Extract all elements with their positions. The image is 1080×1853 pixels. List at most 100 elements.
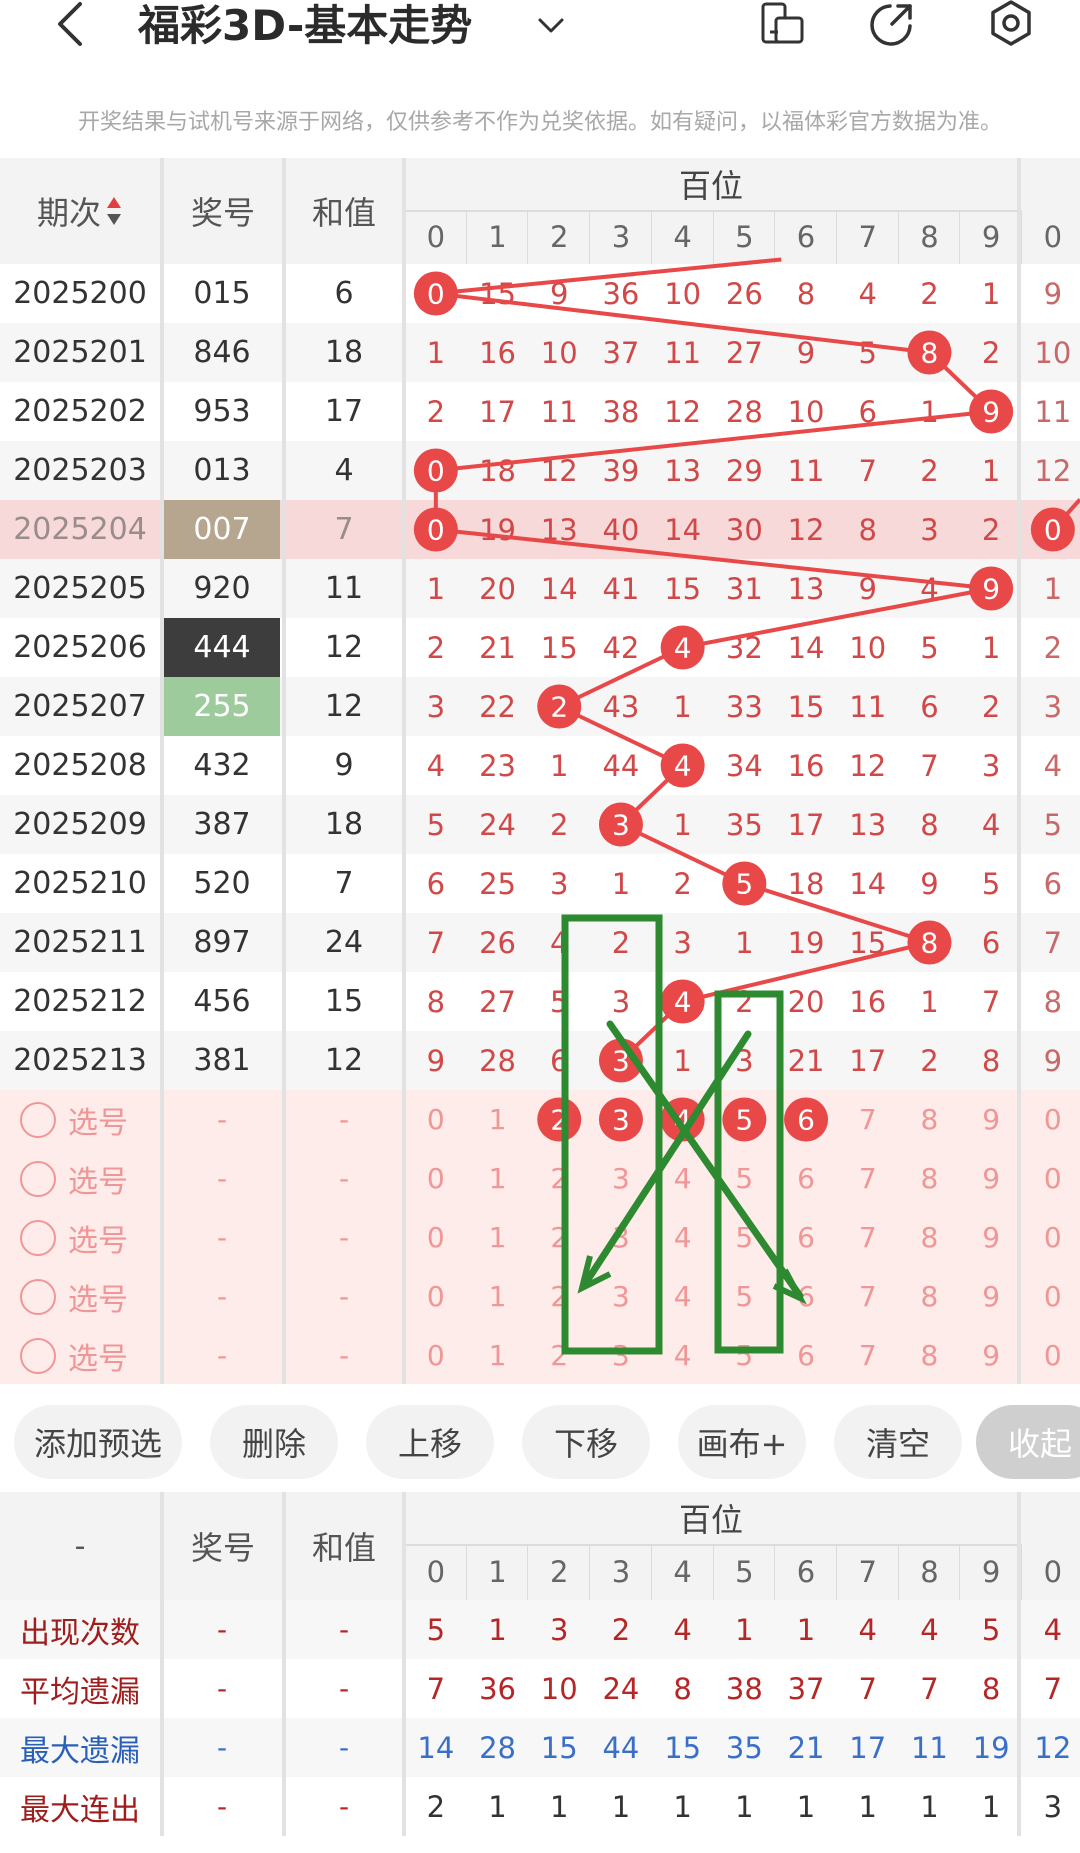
pick-digit[interactable]: 6 [775, 1149, 837, 1208]
stats-value-cell: 2 [426, 1789, 446, 1824]
miss-count-cell: 5 [550, 984, 569, 1019]
pick-digit[interactable]: 0 [405, 1267, 467, 1326]
stats-value-cell: 35 [725, 1730, 763, 1765]
pick-digit[interactable]: 6 [775, 1208, 837, 1267]
pick-radio[interactable] [20, 1278, 56, 1315]
move-up-button[interactable]: 上移 [366, 1405, 494, 1479]
delete-button[interactable]: 删除 [210, 1405, 338, 1479]
pick-digit[interactable]: 7 [837, 1090, 899, 1149]
stats-digit-header-7: 7 [858, 1555, 877, 1589]
pick-digit[interactable]: 9 [960, 1326, 1022, 1385]
miss-count-cell: 34 [725, 748, 763, 783]
miss-count-cell: 1 [981, 453, 1001, 488]
pick-digit[interactable]: 9 [960, 1090, 1022, 1149]
pick-digit[interactable]: 8 [899, 1090, 961, 1149]
pick-digit[interactable]: 1 [467, 1090, 529, 1149]
pick-digit-selected[interactable]: 3 [590, 1090, 652, 1149]
pick-radio[interactable] [20, 1160, 56, 1197]
phone-landscape-icon[interactable] [758, 0, 808, 54]
miss-count-cell: 33 [725, 689, 763, 724]
collapse-button[interactable]: 收起 [976, 1405, 1080, 1479]
pick-digit[interactable]: 8 [899, 1149, 961, 1208]
period-cell: 2025200 [13, 276, 147, 311]
pick-digit[interactable]: 4 [652, 1326, 714, 1385]
pick-digit[interactable]: 6 [775, 1326, 837, 1385]
stats-value-cell: 21 [787, 1730, 825, 1765]
pick-label-text: 选号 [68, 1223, 128, 1259]
pick-digit[interactable]: 2 [528, 1208, 590, 1267]
pick-digit[interactable]: 8 [899, 1208, 961, 1267]
pick-digit[interactable]: 9 [960, 1208, 1022, 1267]
pick-digit[interactable]: 3 [590, 1149, 652, 1208]
sum-cell: 12 [324, 630, 364, 665]
pick-digit[interactable]: 7 [837, 1267, 899, 1326]
pick-digit[interactable]: 7 [837, 1208, 899, 1267]
pick-digit-selected[interactable]: 4 [652, 1090, 714, 1149]
pick-digit[interactable]: 8 [899, 1326, 961, 1385]
pick-digit[interactable]: 4 [652, 1149, 714, 1208]
pick-digit[interactable]: 0 [1022, 1326, 1080, 1385]
stats-value-cell: 24 [602, 1671, 640, 1706]
share-icon[interactable] [868, 0, 918, 54]
add-preset-button[interactable]: 添加预选 [14, 1405, 182, 1479]
pick-digit[interactable]: 0 [1022, 1208, 1080, 1267]
hit-number-cell: 0 [405, 264, 467, 323]
stats-value-cell: 36 [479, 1671, 516, 1706]
pick-digit[interactable]: 7 [837, 1326, 899, 1385]
pick-digit[interactable]: 5 [714, 1149, 776, 1208]
pick-digit-selected[interactable]: 6 [775, 1090, 837, 1149]
pick-digit[interactable]: 1 [467, 1326, 529, 1385]
pick-digit[interactable]: 0 [1022, 1090, 1080, 1149]
miss-count-cell: 28 [479, 1043, 516, 1078]
miss-count-cell: 2 [981, 689, 1001, 724]
pick-radio[interactable] [20, 1337, 56, 1374]
pick-digit[interactable]: 1 [467, 1149, 529, 1208]
pick-digit[interactable]: 3 [590, 1267, 652, 1326]
pick-digit[interactable]: 0 [1022, 1149, 1080, 1208]
stats-digit-header-0: 0 [426, 1555, 446, 1589]
pick-digit[interactable]: 9 [960, 1267, 1022, 1326]
pick-digit[interactable]: 6 [775, 1267, 837, 1326]
pick-digit[interactable]: 0 [1022, 1267, 1080, 1326]
pick-digit[interactable]: 2 [528, 1326, 590, 1385]
pick-digit[interactable]: 0 [405, 1208, 467, 1267]
pick-digit[interactable]: 4 [652, 1267, 714, 1326]
pick-digit[interactable]: 2 [528, 1149, 590, 1208]
canvas-button[interactable]: 画布+ [678, 1405, 806, 1479]
pick-dash: - [216, 1103, 228, 1136]
period-cell: 2025212 [13, 984, 147, 1019]
pick-digit[interactable]: 1 [467, 1267, 529, 1326]
pick-digit[interactable]: 4 [652, 1208, 714, 1267]
miss-count-cell: 4 [426, 748, 446, 783]
sum-cell: 4 [334, 453, 354, 488]
pick-digit[interactable]: 1 [467, 1208, 529, 1267]
pick-digit[interactable]: 5 [714, 1326, 776, 1385]
pick-digit[interactable]: 0 [405, 1149, 467, 1208]
dropdown-icon[interactable] [534, 8, 568, 44]
sort-icon[interactable] [105, 194, 123, 228]
pick-digit[interactable]: 5 [714, 1208, 776, 1267]
miss-count-cell: 10 [1034, 335, 1072, 370]
pick-digit-selected[interactable]: 5 [714, 1090, 776, 1149]
settings-icon[interactable] [986, 0, 1036, 54]
pick-digit[interactable]: 8 [899, 1267, 961, 1326]
miss-count-cell: 11 [540, 394, 578, 429]
move-down-button[interactable]: 下移 [522, 1405, 650, 1479]
pick-digit[interactable]: 0 [405, 1090, 467, 1149]
pick-digit[interactable]: 7 [837, 1149, 899, 1208]
pick-digit[interactable]: 3 [590, 1208, 652, 1267]
stats-dash: - [216, 1672, 228, 1705]
pick-digit[interactable]: 5 [714, 1267, 776, 1326]
pick-digit[interactable]: 2 [528, 1267, 590, 1326]
pick-digit[interactable]: 3 [590, 1326, 652, 1385]
back-icon[interactable] [50, 0, 94, 54]
miss-count-cell: 11 [664, 335, 702, 370]
page-title[interactable]: 福彩3D-基本走势 [138, 0, 472, 52]
pick-digit[interactable]: 9 [960, 1149, 1022, 1208]
clear-button[interactable]: 清空 [834, 1405, 962, 1479]
pick-radio[interactable] [20, 1101, 56, 1138]
pick-digit-selected[interactable]: 2 [528, 1090, 590, 1149]
pick-radio[interactable] [20, 1219, 56, 1256]
pick-digit[interactable]: 0 [405, 1326, 467, 1385]
digit-header-7: 7 [858, 220, 877, 254]
